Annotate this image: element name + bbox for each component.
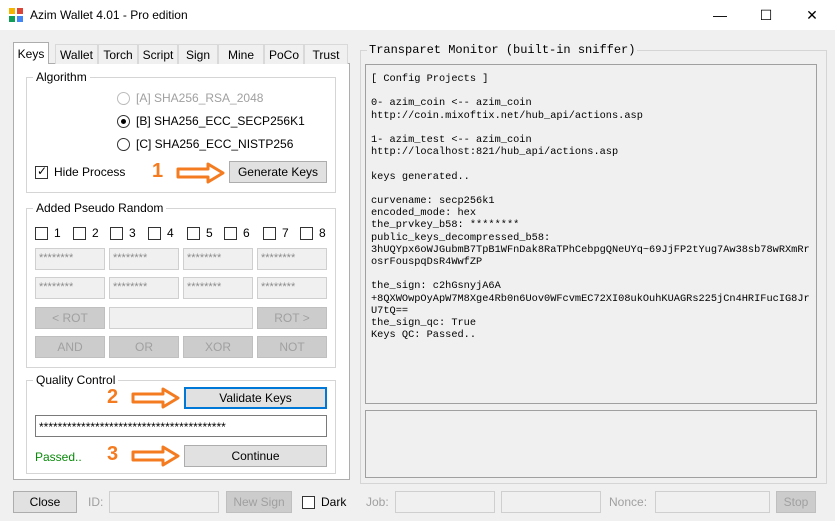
pseudo-field-2[interactable]: ******** xyxy=(109,248,179,270)
step-2-arrow-icon xyxy=(131,387,180,409)
pseudo-field-5[interactable]: ******** xyxy=(35,277,105,299)
step-2-label: 2 xyxy=(107,386,119,408)
job-label: Job: xyxy=(366,495,389,509)
radio-icon xyxy=(117,91,130,105)
tab-sign[interactable]: Sign xyxy=(178,44,218,64)
pseudo-field-4[interactable]: ******** xyxy=(257,248,327,270)
key-value-field[interactable]: **************************************** xyxy=(35,415,327,437)
checkbox-icon xyxy=(35,164,48,179)
checkbox-icon xyxy=(35,226,48,240)
close-icon: ✕ xyxy=(806,6,818,23)
checkbox-icon xyxy=(73,226,86,240)
algo-option-a[interactable]: [A] SHA256_RSA_2048 xyxy=(117,91,263,105)
hide-process-label: Hide Process xyxy=(54,165,126,179)
hide-process-checkbox[interactable]: Hide Process xyxy=(35,164,126,179)
pseudo-check-label: 3 xyxy=(129,226,136,240)
checkbox-icon xyxy=(148,226,161,240)
algo-option-a-label: [A] SHA256_RSA_2048 xyxy=(136,91,264,105)
job-field-1[interactable] xyxy=(395,491,495,513)
maximize-button[interactable]: ☐ xyxy=(743,0,789,30)
pseudo-check-label: 4 xyxy=(167,226,174,240)
new-sign-button[interactable]: New Sign xyxy=(226,491,292,513)
stop-button[interactable]: Stop xyxy=(776,491,816,513)
pseudo-check-label: 5 xyxy=(206,226,213,240)
algo-option-b-label: [B] SHA256_ECC_SECP256K1 xyxy=(136,114,305,128)
rot-left-button[interactable]: < ROT xyxy=(35,307,105,329)
monitor-title: Transparet Monitor (built-in sniffer) xyxy=(367,43,638,57)
checkbox-icon xyxy=(110,226,123,240)
pseudo-check-label: 7 xyxy=(282,226,289,240)
pseudo-check-2[interactable]: 2 xyxy=(73,226,99,240)
checkbox-icon xyxy=(187,226,200,240)
algorithm-legend: Algorithm xyxy=(33,70,90,84)
dark-checkbox[interactable]: Dark xyxy=(302,495,346,509)
pseudo-check-label: 6 xyxy=(243,226,250,240)
step-1-arrow-icon xyxy=(176,162,225,184)
and-button[interactable]: AND xyxy=(35,336,105,358)
checkbox-icon xyxy=(302,495,315,509)
pseudo-check-label: 1 xyxy=(54,226,61,240)
monitor-log[interactable]: [ Config Projects ] 0- azim_coin <-- azi… xyxy=(365,64,817,404)
checkbox-icon xyxy=(224,226,237,240)
tab-trust[interactable]: Trust xyxy=(304,44,348,64)
pseudo-check-label: 8 xyxy=(319,226,326,240)
continue-button[interactable]: Continue xyxy=(184,445,327,467)
pseudo-field-6[interactable]: ******** xyxy=(109,277,179,299)
pseudo-check-5[interactable]: 5 xyxy=(187,226,213,240)
radio-icon xyxy=(117,137,130,151)
step-1-label: 1 xyxy=(152,160,164,182)
status-text: Passed.. xyxy=(35,450,82,464)
algo-option-c[interactable]: [C] SHA256_ECC_NISTP256 xyxy=(117,137,293,151)
tab-poco[interactable]: PoCo xyxy=(264,44,304,64)
or-button[interactable]: OR xyxy=(109,336,179,358)
job-field-2[interactable] xyxy=(501,491,601,513)
pseudo-field-3[interactable]: ******** xyxy=(183,248,253,270)
pseudo-check-1[interactable]: 1 xyxy=(35,226,61,240)
close-window-button[interactable]: ✕ xyxy=(789,0,835,30)
tab-mine[interactable]: Mine xyxy=(218,44,264,64)
rot-right-button[interactable]: ROT > xyxy=(257,307,327,329)
minimize-icon: — xyxy=(713,7,727,23)
not-button[interactable]: NOT xyxy=(257,336,327,358)
pseudo-check-3[interactable]: 3 xyxy=(110,226,136,240)
pseudo-field-1[interactable]: ******** xyxy=(35,248,105,270)
pseudo-check-label: 2 xyxy=(92,226,99,240)
tab-wallet[interactable]: Wallet xyxy=(55,44,98,64)
radio-icon xyxy=(117,114,130,128)
nonce-label: Nonce: xyxy=(609,495,648,509)
nonce-field[interactable] xyxy=(655,491,770,513)
pseudo-check-4[interactable]: 4 xyxy=(148,226,174,240)
algo-option-b[interactable]: [B] SHA256_ECC_SECP256K1 xyxy=(117,114,305,128)
rot-value-field[interactable] xyxy=(109,307,253,329)
title-bar: Azim Wallet 4.01 - Pro edition — ☐ ✕ xyxy=(0,0,835,30)
algo-option-c-label: [C] SHA256_ECC_NISTP256 xyxy=(136,137,294,151)
app-icon xyxy=(9,8,23,22)
xor-button[interactable]: XOR xyxy=(183,336,253,358)
monitor-secondary-box[interactable] xyxy=(365,410,817,478)
window-title: Azim Wallet 4.01 - Pro edition xyxy=(30,8,188,22)
pseudo-check-8[interactable]: 8 xyxy=(300,226,326,240)
tab-torch[interactable]: Torch xyxy=(98,44,138,64)
id-label: ID: xyxy=(88,495,104,509)
tab-keys[interactable]: Keys xyxy=(13,42,49,64)
pseudo-field-7[interactable]: ******** xyxy=(183,277,253,299)
validate-keys-button[interactable]: Validate Keys xyxy=(184,387,327,409)
checkbox-icon xyxy=(263,226,276,240)
dark-label: Dark xyxy=(321,495,347,509)
id-field[interactable] xyxy=(109,491,219,513)
pseudo-check-7[interactable]: 7 xyxy=(263,226,289,240)
pseudo-random-legend: Added Pseudo Random xyxy=(33,201,167,215)
minimize-button[interactable]: — xyxy=(697,0,743,30)
generate-keys-button[interactable]: Generate Keys xyxy=(229,161,327,183)
checkbox-icon xyxy=(300,226,313,240)
maximize-icon: ☐ xyxy=(759,6,773,23)
tab-script[interactable]: Script xyxy=(138,44,178,64)
step-3-label: 3 xyxy=(107,443,119,465)
step-3-arrow-icon xyxy=(131,445,180,467)
close-button[interactable]: Close xyxy=(13,491,77,513)
quality-control-legend: Quality Control xyxy=(33,373,119,387)
pseudo-field-8[interactable]: ******** xyxy=(257,277,327,299)
pseudo-check-6[interactable]: 6 xyxy=(224,226,250,240)
